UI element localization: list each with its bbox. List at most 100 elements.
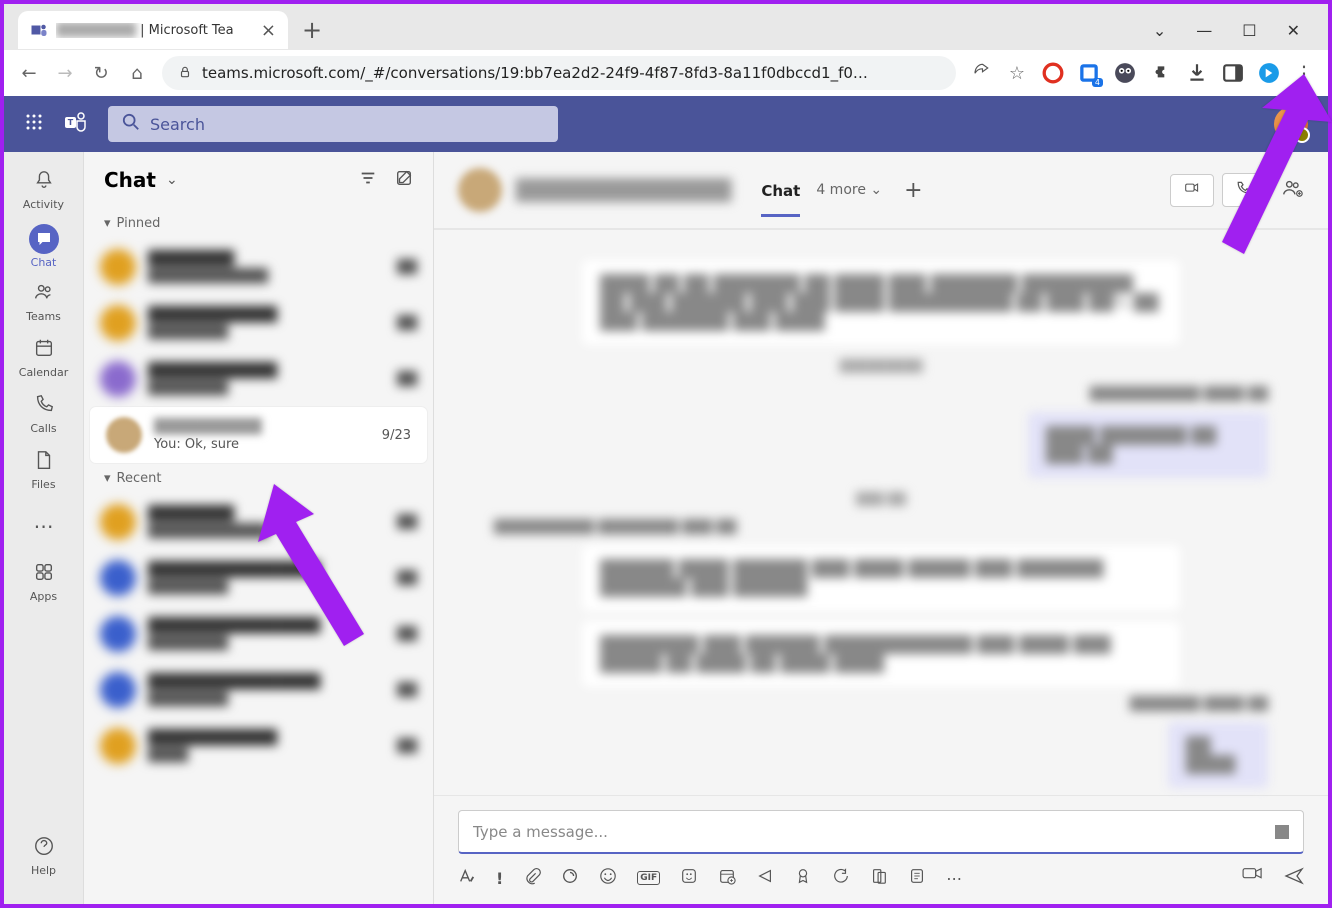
- rail-help[interactable]: Help: [14, 828, 74, 884]
- chevron-down-icon[interactable]: ⌄: [1153, 21, 1166, 40]
- pinned-chat-item[interactable]: ██████████████████████: [84, 239, 433, 295]
- sticker-icon[interactable]: [680, 867, 698, 889]
- rail-more[interactable]: ⋯: [14, 498, 74, 554]
- stream-icon[interactable]: [756, 867, 774, 889]
- emoji-icon[interactable]: [599, 867, 617, 889]
- rail-files[interactable]: Files: [14, 442, 74, 498]
- chat-contact-name: ██████████: [154, 419, 370, 435]
- video-clip-icon[interactable]: [1242, 866, 1264, 890]
- recent-chat-item[interactable]: ██████████████████████████: [84, 662, 433, 718]
- compose-area: ! GIF ⋯: [434, 795, 1328, 904]
- pinned-chat-item[interactable]: ██████████████████████: [84, 295, 433, 351]
- praise-icon[interactable]: [794, 867, 812, 889]
- viva-icon[interactable]: [908, 867, 926, 889]
- main: Activity Chat Teams Calendar Calls Files…: [4, 152, 1328, 904]
- message-bubble: ████████ ███ ██████ ████████████ ███ ███…: [582, 621, 1180, 687]
- chat-preview: You: Ok, sure: [154, 437, 370, 452]
- reload-button[interactable]: ↻: [90, 63, 112, 84]
- browser-menu-icon[interactable]: ⋮: [1294, 61, 1314, 85]
- compose-toolbar: ! GIF ⋯: [458, 854, 1304, 890]
- video-call-button[interactable]: [1170, 174, 1214, 207]
- message-timestamp: ███████ ████ ██: [494, 697, 1268, 712]
- message-timestamp: ███████████ ████ ██: [494, 387, 1268, 402]
- rail-calendar[interactable]: Calendar: [14, 330, 74, 386]
- ext-icon-blue-box[interactable]: 4: [1078, 62, 1100, 84]
- ext-icon-red-o[interactable]: [1042, 62, 1064, 84]
- pinned-chat-item-selected[interactable]: ██████████ You: Ok, sure 9/23: [90, 407, 427, 463]
- close-tab-icon[interactable]: ×: [261, 20, 276, 41]
- loop-icon[interactable]: [561, 867, 579, 889]
- compose-input-box[interactable]: [458, 810, 1304, 854]
- tab-more-dropdown[interactable]: 4 more ⌄: [816, 182, 882, 198]
- contact-name: ██████████████: [516, 178, 731, 202]
- recent-section-header[interactable]: ▾ Recent: [84, 463, 433, 494]
- message-input[interactable]: [473, 823, 1275, 841]
- browser-tab[interactable]: ████████ | Microsoft Tea ×: [18, 11, 288, 49]
- gif-icon[interactable]: GIF: [637, 871, 660, 885]
- recent-chat-item[interactable]: ██████████████████████: [84, 494, 433, 550]
- format-icon[interactable]: [458, 867, 476, 889]
- puzzle-icon[interactable]: [1150, 62, 1172, 84]
- audio-call-button[interactable]: [1222, 173, 1264, 207]
- rail-calls[interactable]: Calls: [14, 386, 74, 442]
- schedule-icon[interactable]: [718, 867, 736, 889]
- ellipsis-icon: ⋯: [34, 514, 54, 538]
- recent-chat-item[interactable]: ██████████████████: [84, 718, 433, 774]
- conversation-header: ██████████████ Chat 4 more ⌄ +: [434, 152, 1328, 230]
- attach-icon[interactable]: [523, 867, 541, 889]
- add-people-icon[interactable]: [1282, 177, 1304, 204]
- tab-title: ████████ | Microsoft Tea: [56, 23, 253, 38]
- teams-top-bar: T: [4, 96, 1328, 152]
- date-separator: █████████: [468, 359, 1294, 373]
- compose-icon[interactable]: [395, 169, 413, 191]
- home-button[interactable]: ⌂: [126, 63, 148, 84]
- url-bar[interactable]: teams.microsoft.com/_#/conversations/19:…: [162, 56, 956, 90]
- chat-date: 9/23: [382, 428, 411, 443]
- bell-icon: [33, 169, 55, 196]
- search-box[interactable]: [108, 106, 558, 142]
- side-panel-icon[interactable]: [1222, 62, 1244, 84]
- back-button[interactable]: ←: [18, 63, 40, 84]
- pinned-section-header[interactable]: ▾ Pinned: [84, 208, 433, 239]
- tab-row: ████████ | Microsoft Tea × + ⌄ — ☐ ✕: [4, 4, 1328, 50]
- send-button[interactable]: [1284, 866, 1304, 890]
- maximize-icon[interactable]: ☐: [1242, 21, 1256, 40]
- contact-avatar[interactable]: [458, 168, 502, 212]
- ext-icon-face[interactable]: [1114, 62, 1136, 84]
- chat-panel: Chat ⌄ ▾ Pinned ██████████████████████ █…: [84, 152, 434, 904]
- sent-message: ████ ███████ ██ ███ ██: [1028, 412, 1268, 478]
- tab-chat[interactable]: Chat: [761, 182, 800, 217]
- recent-chat-item[interactable]: ██████████████████████████: [84, 550, 433, 606]
- caret-down-icon: ▾: [104, 471, 111, 486]
- rail-activity[interactable]: Activity: [14, 162, 74, 218]
- recent-chat-item[interactable]: ██████████████████████████: [84, 606, 433, 662]
- waffle-icon[interactable]: [24, 112, 44, 137]
- more-actions-icon[interactable]: ⋯: [946, 869, 962, 888]
- search-input[interactable]: [150, 115, 544, 134]
- priority-icon[interactable]: !: [496, 869, 503, 888]
- rail-apps[interactable]: Apps: [14, 554, 74, 610]
- close-window-icon[interactable]: ✕: [1287, 21, 1300, 40]
- pinned-chat-item[interactable]: ██████████████████████: [84, 351, 433, 407]
- profile-avatar[interactable]: [1274, 107, 1308, 141]
- ext-icon-blue-s[interactable]: [1258, 62, 1280, 84]
- filter-icon[interactable]: [359, 169, 377, 191]
- new-tab-button[interactable]: +: [302, 16, 322, 44]
- teams-logo-icon[interactable]: T: [64, 110, 88, 139]
- rail-teams[interactable]: Teams: [14, 274, 74, 330]
- bookmark-star-icon[interactable]: ☆: [1006, 63, 1028, 84]
- add-tab-button[interactable]: +: [904, 178, 922, 203]
- updates-icon[interactable]: [870, 867, 888, 889]
- approvals-icon[interactable]: [832, 867, 850, 889]
- forward-button[interactable]: →: [54, 63, 76, 84]
- emoji-picker-icon[interactable]: [1275, 825, 1289, 839]
- chevron-down-icon[interactable]: ⌄: [166, 172, 178, 188]
- download-icon[interactable]: [1186, 62, 1208, 84]
- address-row: ← → ↻ ⌂ teams.microsoft.com/_#/conversat…: [4, 50, 1328, 96]
- share-icon[interactable]: [970, 62, 992, 85]
- rail-chat[interactable]: Chat: [14, 218, 74, 274]
- teams-favicon-icon: [30, 21, 48, 39]
- message-list[interactable]: ████ ██ ██ ███████ ██ ████ ███ ███████ █…: [434, 230, 1328, 795]
- minimize-icon[interactable]: —: [1196, 21, 1212, 40]
- message-bubble: ██████ ████ ██████ ███ ████ █████ ███ ██…: [582, 545, 1180, 611]
